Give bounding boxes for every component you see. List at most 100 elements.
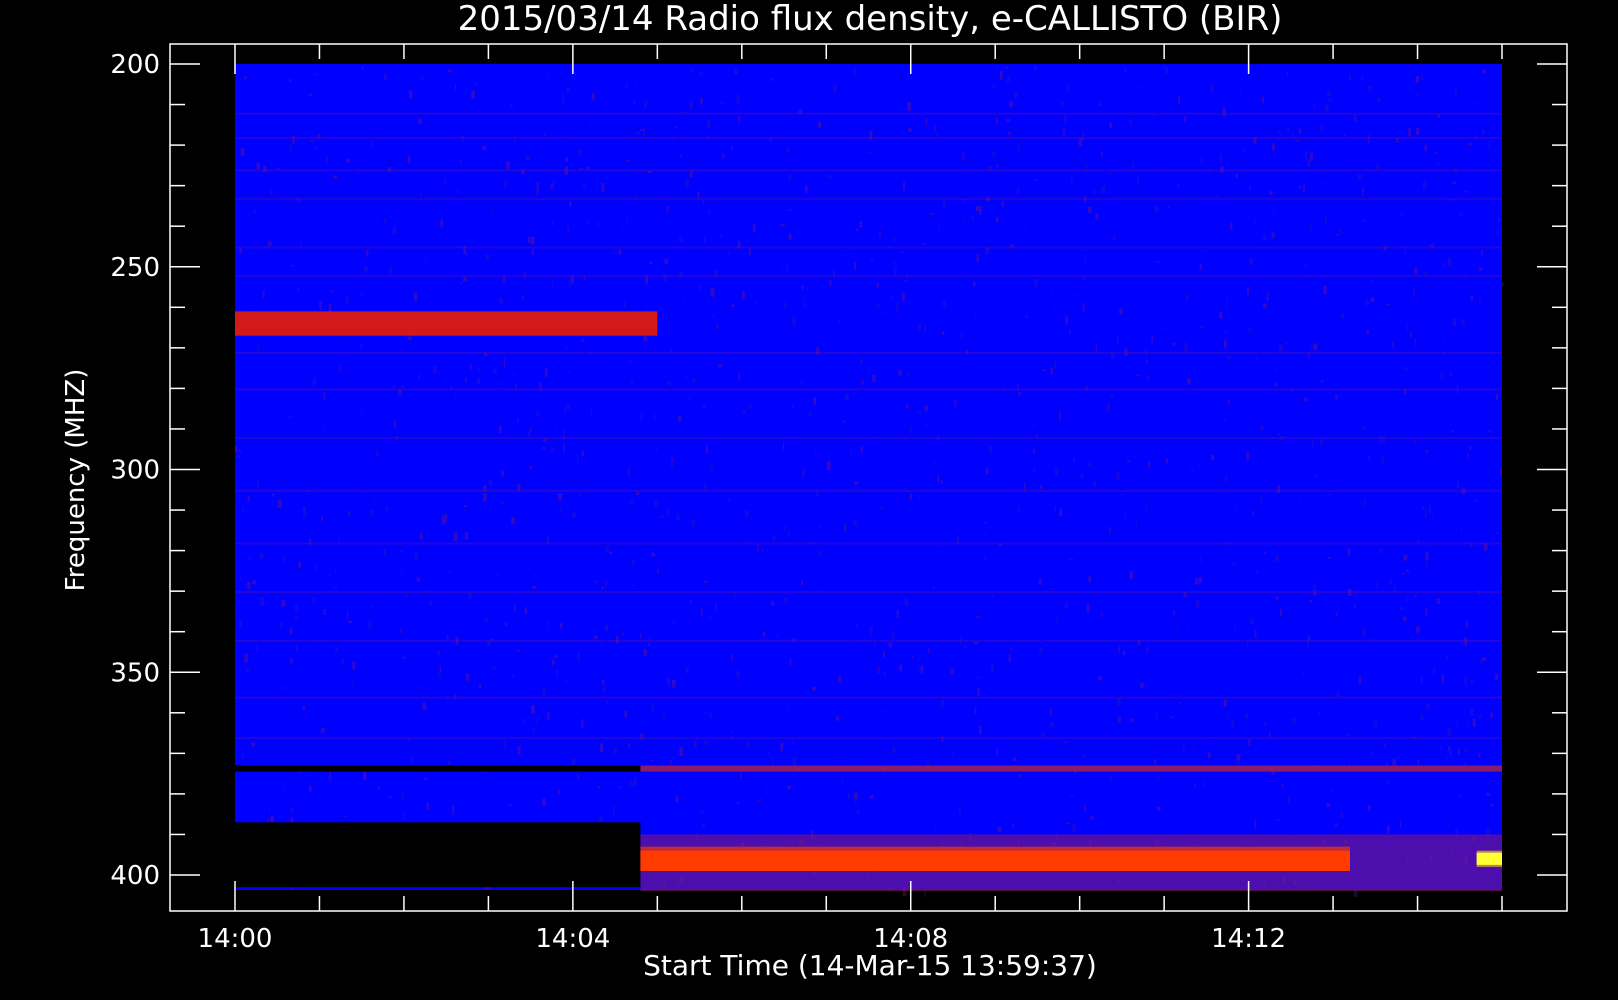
- noise-cell: [1339, 394, 1342, 398]
- noise-cell: [663, 713, 665, 719]
- noise-cell: [1414, 438, 1418, 443]
- noise-cell: [1073, 399, 1075, 403]
- noise-cell: [873, 643, 877, 647]
- noise-cell: [1033, 467, 1036, 473]
- noise-cell: [1389, 579, 1392, 585]
- noise-cell: [470, 364, 473, 370]
- noise-cell: [291, 264, 295, 267]
- noise-cell: [1320, 438, 1323, 446]
- noise-cell: [792, 774, 795, 777]
- noise-cell: [792, 317, 796, 326]
- noise-cell: [1373, 720, 1377, 728]
- noise-cell: [844, 393, 849, 401]
- streak: [235, 437, 1502, 440]
- noise-cell: [1108, 122, 1113, 128]
- noise-cell: [1212, 742, 1216, 745]
- noise-cell: [1016, 188, 1020, 195]
- noise-cell: [531, 248, 534, 255]
- noise-cell: [596, 222, 600, 226]
- noise-cell: [544, 368, 548, 377]
- noise-cell: [688, 395, 691, 402]
- noise-cell: [418, 374, 420, 381]
- noise-cell: [622, 223, 624, 228]
- noise-cell: [1397, 728, 1401, 730]
- noise-cell: [577, 652, 580, 661]
- noise-cell: [371, 139, 374, 148]
- noise-cell: [1145, 501, 1147, 509]
- noise-cell: [1286, 72, 1289, 77]
- noise-cell: [601, 586, 604, 590]
- noise-cell: [1488, 430, 1491, 433]
- noise-cell: [924, 424, 929, 427]
- noise-cell: [314, 563, 317, 572]
- noise-cell: [1172, 610, 1175, 615]
- noise-cell: [572, 512, 576, 518]
- noise-cell: [1371, 752, 1374, 756]
- noise-cell: [529, 466, 533, 469]
- noise-cell: [1432, 666, 1435, 674]
- noise-cell: [636, 131, 640, 135]
- noise-cell: [1415, 127, 1420, 135]
- noise-cell: [471, 90, 475, 99]
- noise-cell: [247, 496, 250, 503]
- noise-cell: [854, 798, 857, 805]
- noise-cell: [1210, 455, 1215, 461]
- noise-cell: [1017, 144, 1020, 152]
- noise-cell: [940, 551, 943, 554]
- noise-cell: [1065, 822, 1069, 825]
- noise-cell: [996, 117, 998, 125]
- noise-cell: [674, 126, 678, 128]
- noise-cell: [1346, 599, 1348, 603]
- noise-cell: [238, 619, 242, 628]
- noise-cell: [1302, 673, 1304, 676]
- noise-cell: [586, 221, 591, 224]
- noise-cell: [1319, 124, 1324, 132]
- noise-cell: [565, 346, 568, 349]
- noise-cell: [1456, 480, 1460, 489]
- noise-cell: [897, 72, 899, 77]
- noise-cell: [1356, 287, 1358, 292]
- noise-cell: [813, 397, 817, 405]
- noise-cell: [814, 451, 817, 455]
- noise-cell: [262, 290, 265, 299]
- noise-cell: [246, 582, 251, 590]
- noise-cell: [1236, 753, 1241, 762]
- noise-cell: [346, 610, 349, 620]
- noise-cell: [1146, 646, 1149, 654]
- noise-cell: [531, 705, 535, 714]
- noise-cell: [1378, 435, 1382, 444]
- noise-cell: [1100, 612, 1103, 619]
- noise-cell: [239, 576, 242, 581]
- noise-cell: [839, 319, 841, 324]
- noise-cell: [312, 597, 316, 603]
- noise-cell: [1334, 823, 1338, 827]
- noise-cell: [552, 366, 555, 370]
- noise-cell: [1348, 758, 1350, 766]
- noise-cell: [1059, 508, 1063, 516]
- noise-cell: [1148, 461, 1151, 468]
- noise-cell: [284, 785, 286, 791]
- noise-cell: [1495, 532, 1499, 534]
- noise-cell: [903, 280, 907, 282]
- noise-cell: [409, 90, 413, 99]
- noise-cell: [1416, 94, 1419, 98]
- noise-cell: [1326, 602, 1329, 605]
- noise-cell: [1038, 578, 1042, 585]
- noise-cell: [338, 536, 340, 543]
- noise-cell: [550, 448, 555, 453]
- noise-cell: [1069, 329, 1071, 335]
- noise-cell: [833, 237, 837, 239]
- noise-cell: [896, 497, 899, 501]
- noise-cell: [547, 625, 550, 629]
- noise-cell: [577, 454, 579, 464]
- noise-cell: [1421, 74, 1424, 81]
- noise-cell: [495, 574, 499, 577]
- noise-cell: [1165, 459, 1169, 464]
- noise-cell: [329, 771, 331, 777]
- noise-cell: [1116, 698, 1121, 706]
- noise-cell: [1312, 585, 1317, 592]
- noise-cell: [982, 705, 985, 709]
- noise-cell: [765, 788, 767, 796]
- noise-cell: [324, 260, 327, 263]
- noise-cell: [1089, 816, 1094, 820]
